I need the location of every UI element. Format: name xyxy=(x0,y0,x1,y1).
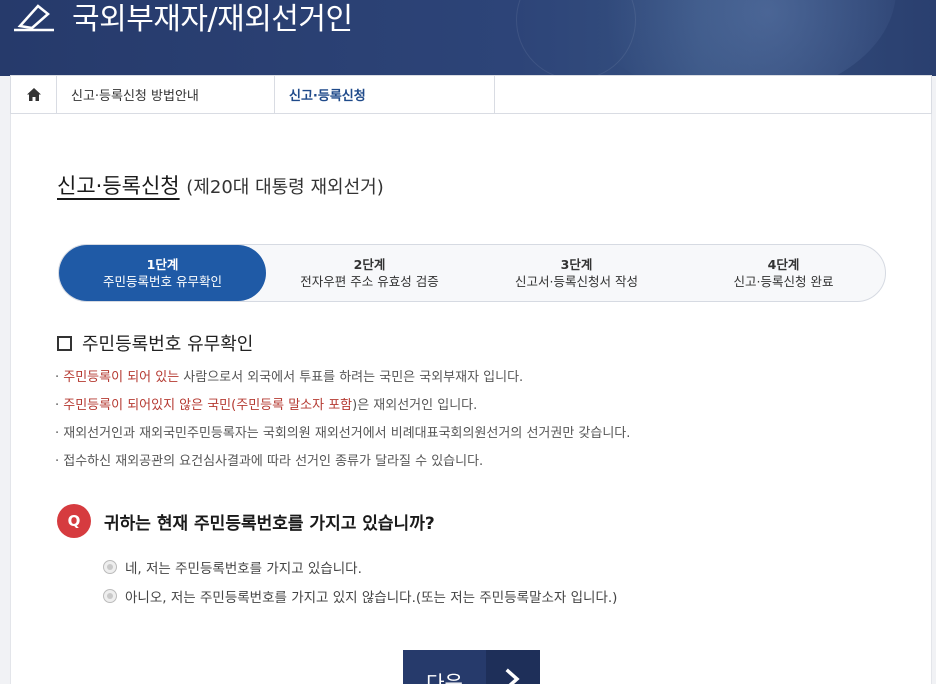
note-highlight: 주민등록이 되어있지 않은 국민 xyxy=(63,398,232,413)
step-4-number: 4단계 xyxy=(767,257,800,272)
step-4-label: 신고·등록신청 완료 xyxy=(733,274,834,289)
question-badge: Q xyxy=(57,504,91,538)
next-button-label: 다음 xyxy=(403,650,486,684)
chevron-right-icon xyxy=(486,650,540,684)
square-icon xyxy=(57,335,72,351)
note-text: 사람으로서 외국에서 투표를 하려는 국민은 국외부재자 입니다. xyxy=(179,370,524,385)
option-no[interactable]: 아니오, 저는 주민등록번호를 가지고 있지 않습니다.(또는 저는 주민등록말… xyxy=(103,581,617,610)
step-1: 1단계 주민등록번호 유무확인 xyxy=(59,245,266,301)
note-text: 재외선거인과 재외국민주민등록자는 국회의원 재외선거에서 비례대표국회의원선거… xyxy=(63,426,631,441)
header-banner: 국외부재자/재외선거인 xyxy=(0,0,936,76)
radio-no[interactable] xyxy=(103,588,117,603)
step-1-label: 주민등록번호 유무확인 xyxy=(103,274,222,289)
section-heading-text: 주민등록번호 유무확인 xyxy=(82,334,254,355)
step-3-number: 3단계 xyxy=(560,257,593,272)
step-indicator: 1단계 주민등록번호 유무확인 2단계 전자우편 주소 유효성 검증 3단계 신… xyxy=(58,244,886,302)
question: Q 귀하는 현재 주민등록번호를 가지고 있습니까? xyxy=(57,504,435,538)
pencil-icon xyxy=(14,4,54,32)
note-item: · 재외선거인과 재외국민주민등록자는 국회의원 재외선거에서 비례대표국회의원… xyxy=(55,424,915,452)
page-title-main: 신고·등록신청 xyxy=(57,174,180,198)
question-text: 귀하는 현재 주민등록번호를 가지고 있습니까? xyxy=(104,513,435,534)
option-no-label: 아니오, 저는 주민등록번호를 가지고 있지 않습니다.(또는 저는 주민등록말… xyxy=(125,589,618,606)
step-1-number: 1단계 xyxy=(146,257,179,272)
radio-yes[interactable] xyxy=(103,559,117,574)
home-icon xyxy=(26,88,41,101)
section-heading: 주민등록번호 유무확인 xyxy=(57,330,253,356)
breadcrumb-item-current[interactable]: 신고·등록신청 xyxy=(275,76,495,113)
note-highlight: 주민등록이 되어 있는 xyxy=(63,370,180,385)
note-highlight: 주민등록 말소자 포함 xyxy=(236,398,353,413)
note-text: 접수하신 재외공관의 요건심사결과에 따라 선거인 종류가 달라질 수 있습니다… xyxy=(63,454,484,469)
notes-list: · 주민등록이 되어 있는 사람으로서 외국에서 투표를 하려는 국민은 국외부… xyxy=(55,368,915,480)
page-title: 신고·등록신청 (제20대 대통령 재외선거) xyxy=(57,170,384,200)
note-item: · 주민등록이 되어있지 않은 국민(주민등록 말소자 포함)은 재외선거인 입… xyxy=(55,396,915,424)
note-text: )은 재외선거인 입니다. xyxy=(352,398,478,413)
main-panel: 신고·등록신청 (제20대 대통령 재외선거) 1단계 주민등록번호 유무확인 … xyxy=(10,114,932,684)
breadcrumb-item-guide[interactable]: 신고·등록신청 방법안내 xyxy=(57,76,275,113)
answer-options: 네, 저는 주민등록번호를 가지고 있습니다. 아니오, 저는 주민등록번호를 … xyxy=(103,552,617,610)
option-yes-label: 네, 저는 주민등록번호를 가지고 있습니다. xyxy=(125,560,362,577)
step-2: 2단계 전자우편 주소 유효성 검증 xyxy=(266,245,473,301)
breadcrumb: 신고·등록신청 방법안내 신고·등록신청 xyxy=(10,75,932,114)
banner-title: 국외부재자/재외선거인 xyxy=(72,2,353,37)
step-2-label: 전자우편 주소 유효성 검증 xyxy=(300,274,439,289)
next-button[interactable]: 다음 xyxy=(403,650,540,684)
step-3-label: 신고서·등록신청서 작성 xyxy=(515,274,638,289)
note-item: · 주민등록이 되어 있는 사람으로서 외국에서 투표를 하려는 국민은 국외부… xyxy=(55,368,915,396)
step-4: 4단계 신고·등록신청 완료 xyxy=(680,245,887,301)
page-title-sub: (제20대 대통령 재외선거) xyxy=(186,177,384,198)
step-2-number: 2단계 xyxy=(353,257,386,272)
option-yes[interactable]: 네, 저는 주민등록번호를 가지고 있습니다. xyxy=(103,552,617,581)
note-item: · 접수하신 재외공관의 요건심사결과에 따라 선거인 종류가 달라질 수 있습… xyxy=(55,452,915,480)
breadcrumb-home[interactable] xyxy=(11,76,57,113)
step-3: 3단계 신고서·등록신청서 작성 xyxy=(473,245,680,301)
